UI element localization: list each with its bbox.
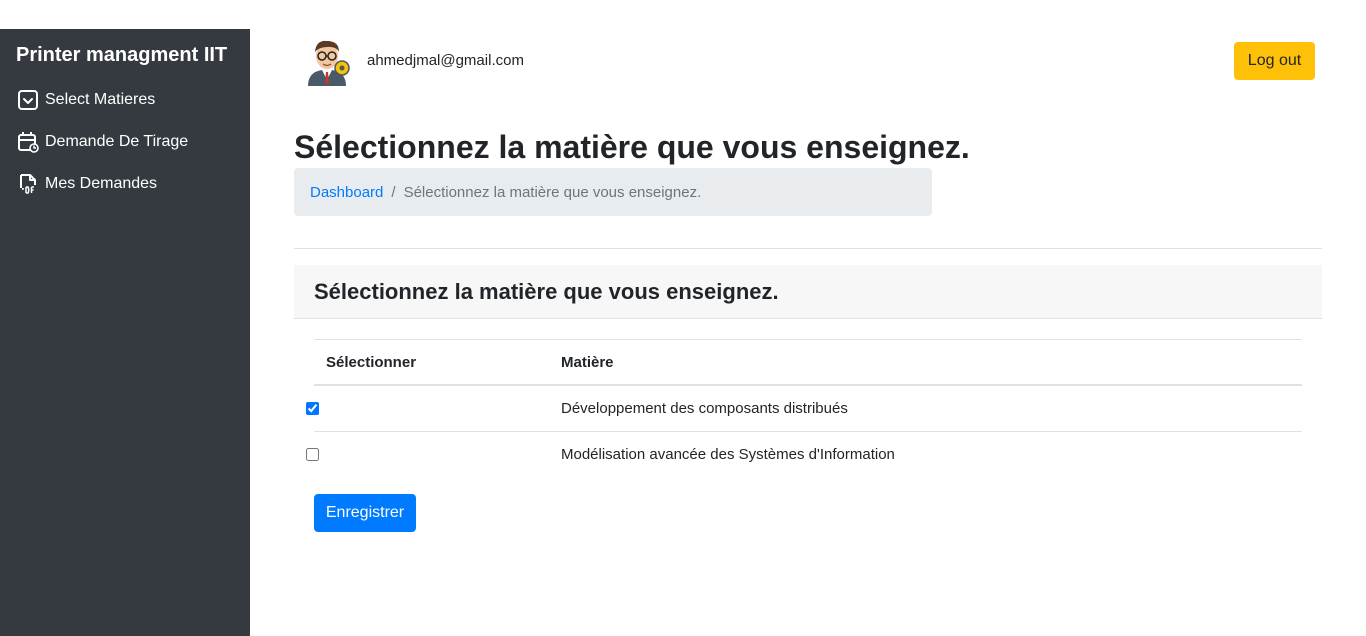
sidebar-item-label: Mes Demandes <box>45 175 158 192</box>
sidebar-item-label: Select Matieres <box>45 91 156 108</box>
pdf-file-icon <box>16 172 40 196</box>
table-row: Développement des composants distribués <box>306 386 1302 432</box>
sidebar-item-label: Demande De Tirage <box>45 133 189 150</box>
sidebar: Printer managment IIT Select Matieres De… <box>0 29 250 636</box>
subject-checkbox[interactable] <box>306 402 319 415</box>
checkbox-square-icon <box>16 88 40 112</box>
breadcrumb-current: Sélectionnez la matière que vous enseign… <box>403 183 702 201</box>
page-title: Sélectionnez la matière que vous enseign… <box>294 129 970 165</box>
sidebar-item-mes-demandes[interactable]: Mes Demandes <box>16 171 157 197</box>
sidebar-item-select-matieres[interactable]: Select Matieres <box>16 87 155 113</box>
table-header: Sélectionner Matière <box>314 339 1302 386</box>
avatar <box>302 36 352 88</box>
brand-title: Printer managment IIT <box>16 44 228 66</box>
logout-button[interactable]: Log out <box>1234 42 1315 80</box>
subject-checkbox[interactable] <box>306 448 319 461</box>
header-select: Sélectionner <box>326 354 417 371</box>
breadcrumb-separator: / <box>391 183 396 201</box>
divider <box>294 248 1322 249</box>
subject-name: Modélisation avancée des Systèmes d'Info… <box>561 446 895 463</box>
table-row: Modélisation avancée des Systèmes d'Info… <box>306 432 1302 478</box>
subject-name: Développement des composants distribués <box>561 400 848 417</box>
main-content: ahmedjmal@gmail.com Log out Sélectionnez… <box>250 0 1366 636</box>
card-title: Sélectionnez la matière que vous enseign… <box>294 265 1322 319</box>
header-subject: Matière <box>561 354 614 371</box>
user-email: ahmedjmal@gmail.com <box>367 52 524 69</box>
breadcrumb: Dashboard / Sélectionnez la matière que … <box>294 168 932 216</box>
sidebar-item-demande-de-tirage[interactable]: Demande De Tirage <box>16 129 188 155</box>
subjects-table: Sélectionner Matière Développement des c… <box>306 339 1302 478</box>
breadcrumb-dashboard-link[interactable]: Dashboard <box>310 184 383 201</box>
calendar-refresh-icon <box>16 130 40 154</box>
save-button[interactable]: Enregistrer <box>314 494 416 532</box>
